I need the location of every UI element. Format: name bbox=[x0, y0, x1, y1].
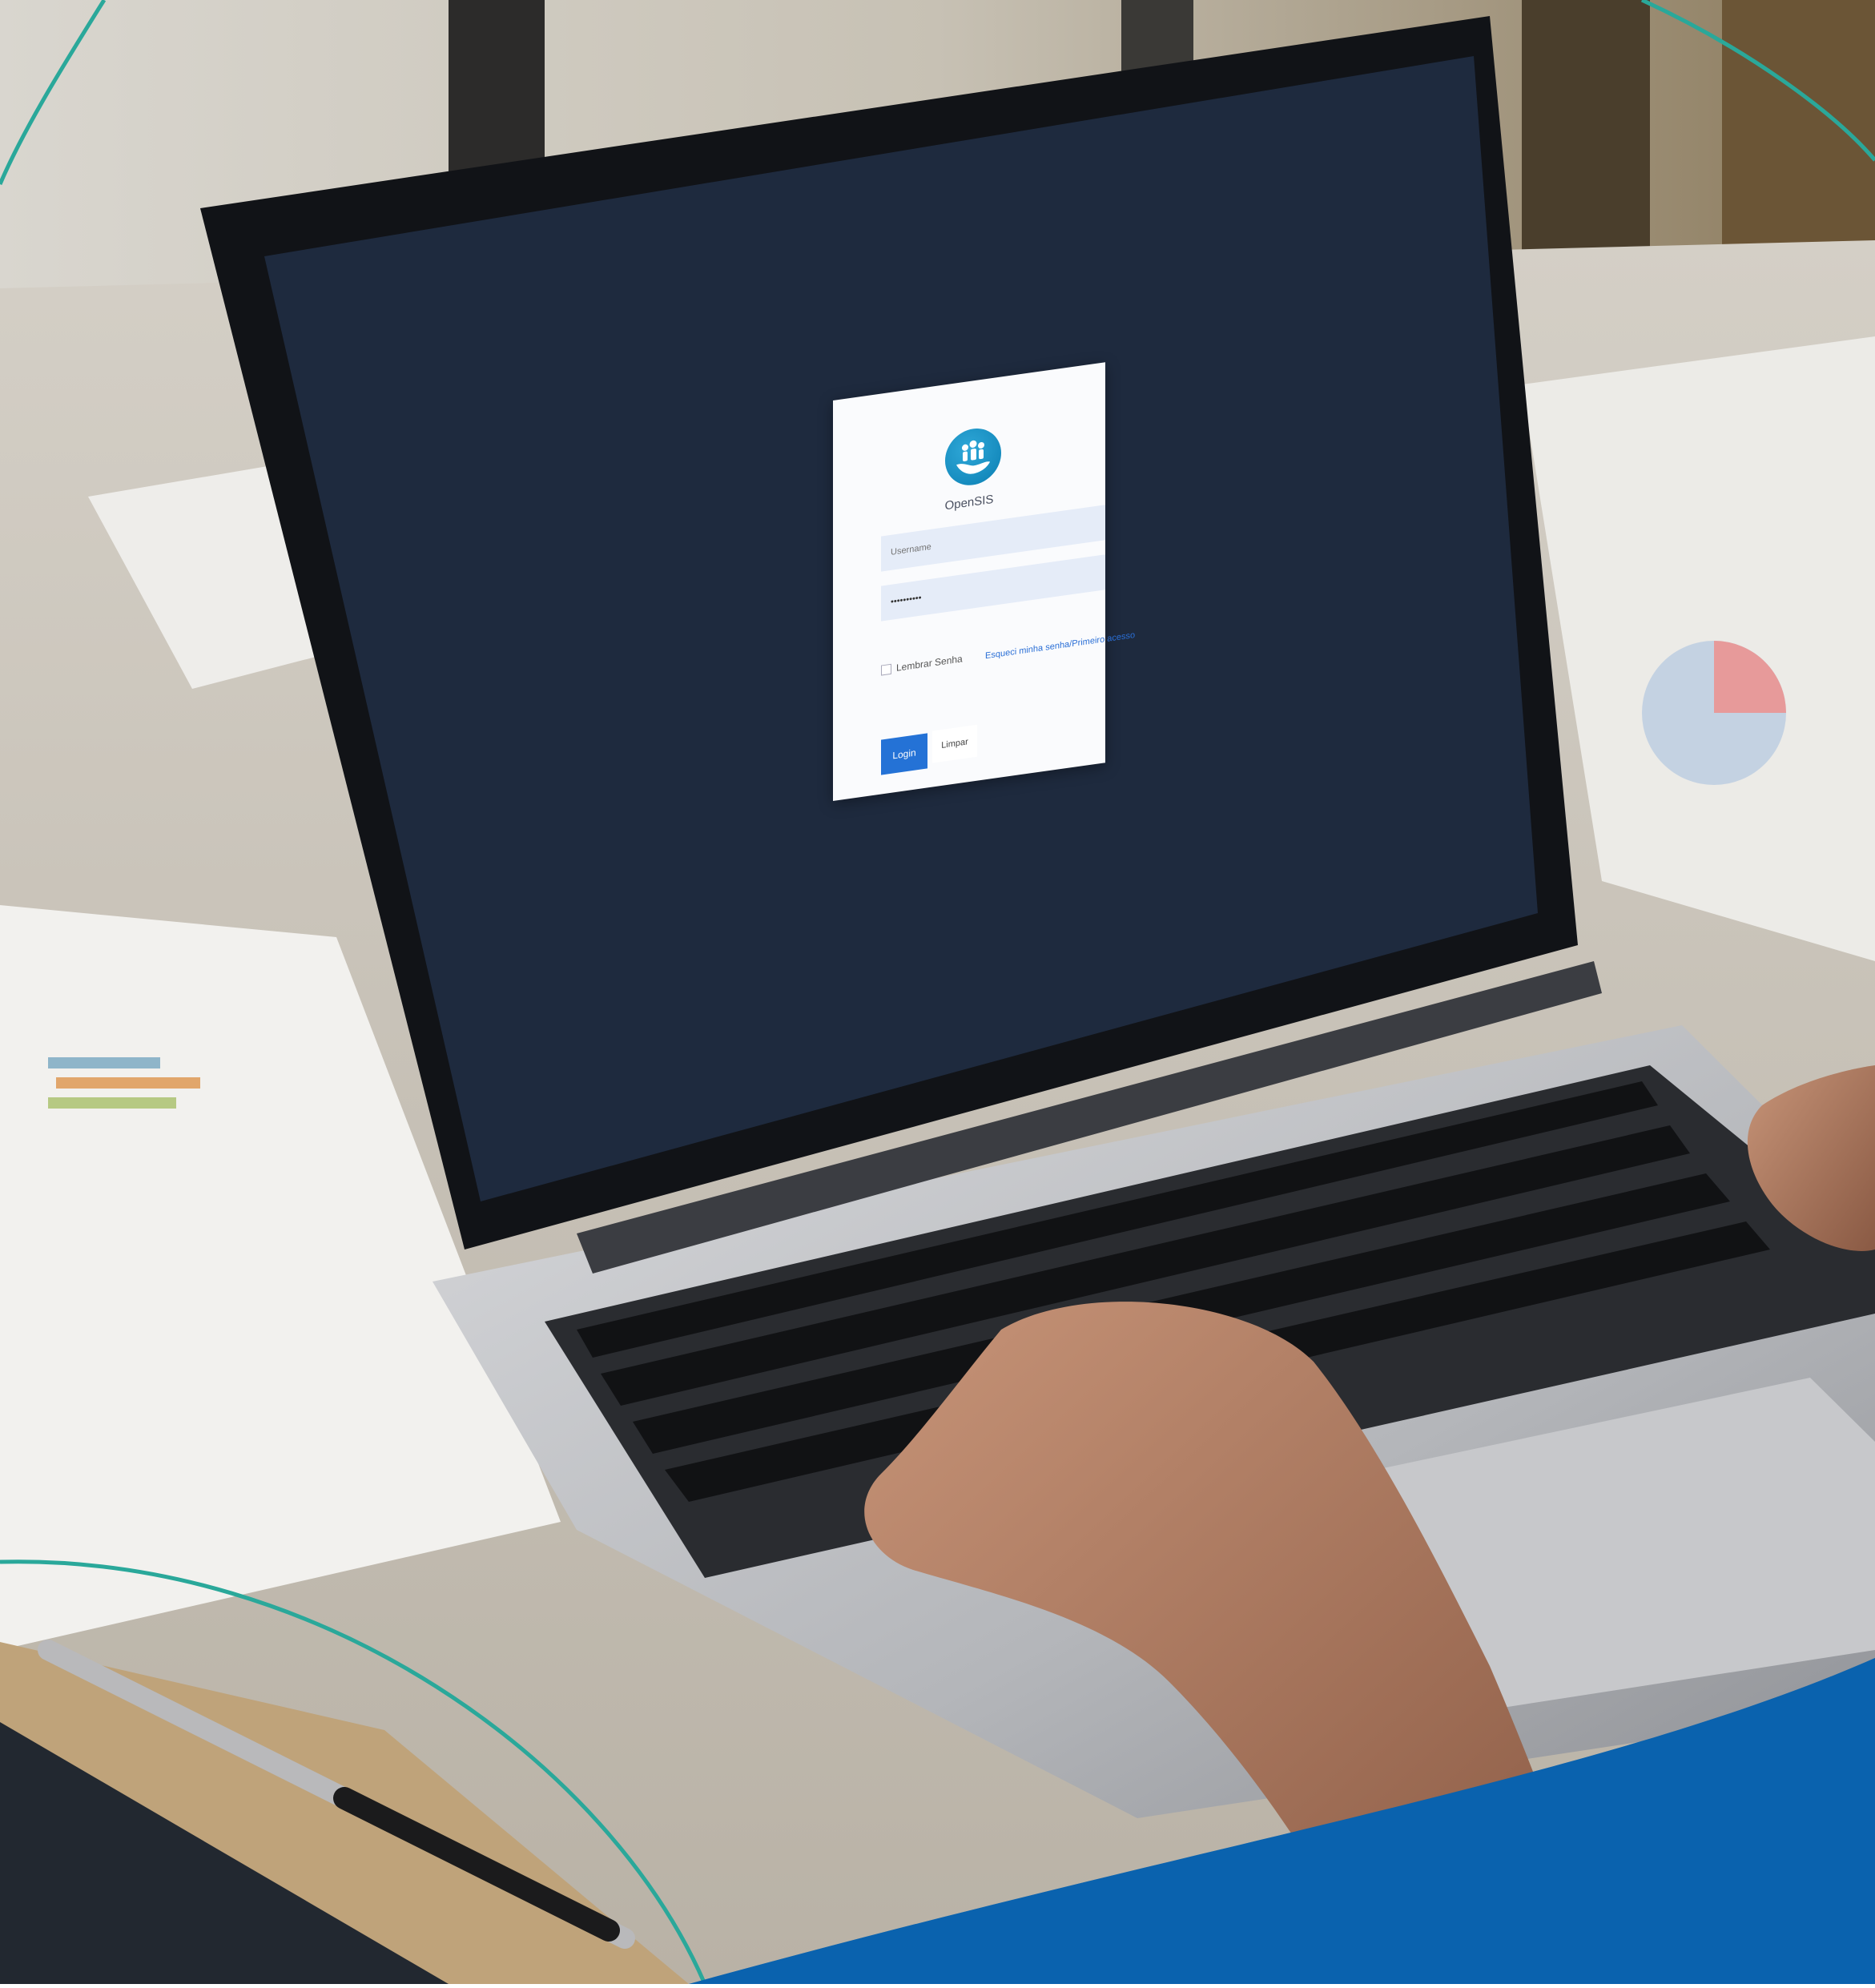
photo-scene: OpenSIS Lembrar Senha Esqueci minha senh… bbox=[0, 0, 1875, 1985]
family-hand-icon bbox=[956, 440, 990, 474]
clear-button[interactable]: Limpar bbox=[932, 724, 977, 763]
remember-row[interactable]: Lembrar Senha bbox=[881, 653, 963, 676]
remember-label: Lembrar Senha bbox=[896, 653, 963, 674]
scene-backdrop bbox=[0, 0, 1875, 1985]
remember-checkbox[interactable] bbox=[881, 663, 891, 676]
login-dialog: OpenSIS Lembrar Senha Esqueci minha senh… bbox=[833, 362, 1135, 801]
opensis-logo bbox=[945, 425, 1001, 489]
login-button[interactable]: Login bbox=[881, 733, 927, 775]
